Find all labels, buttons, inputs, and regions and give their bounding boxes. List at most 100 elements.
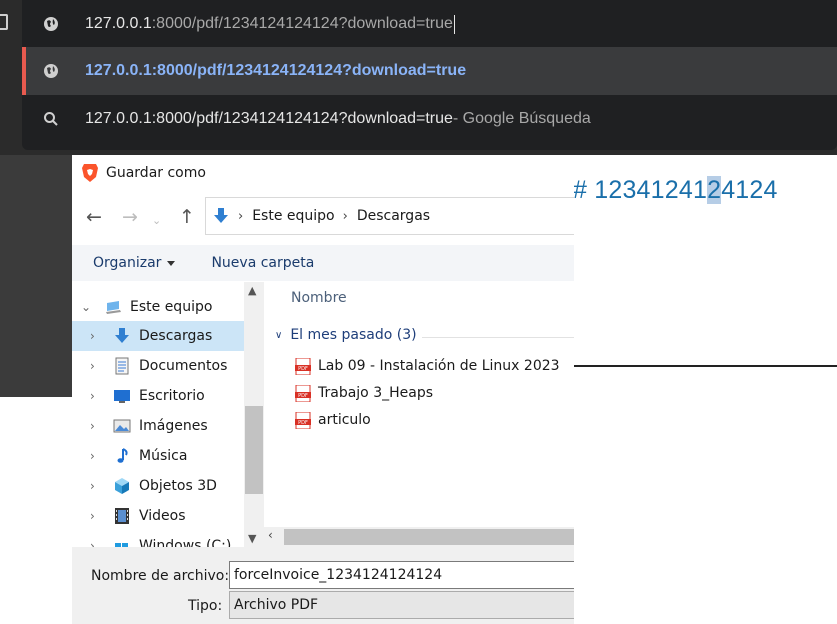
computer-icon — [106, 301, 121, 314]
command-bar: Organizar Nueva carpeta — [72, 245, 574, 281]
type-label: Tipo: — [188, 598, 223, 614]
pdf-file-icon: PDF — [295, 384, 311, 402]
tree-item-descargas[interactable]: › Descargas — [72, 321, 244, 351]
save-form: Nombre de archivo: forceInvoice_12341241… — [72, 547, 574, 624]
scroll-thumb[interactable] — [284, 529, 574, 545]
recent-dropdown-icon[interactable]: ⌄ — [152, 214, 161, 227]
music-icon — [117, 448, 128, 463]
scroll-down-icon[interactable]: ▼ — [248, 532, 256, 545]
video-icon — [115, 508, 129, 524]
file-list-hscrollbar[interactable]: ‹ — [264, 527, 574, 547]
search-engine-suffix: - Google Búsqueda — [452, 110, 591, 127]
tree-item-label: Documentos — [139, 358, 228, 374]
download-arrow-icon — [214, 208, 228, 223]
chevron-down-icon: ⌄ — [81, 300, 92, 314]
tree-scrollbar[interactable]: ▲ ▼ — [244, 282, 264, 552]
new-folder-button[interactable]: Nueva carpeta — [211, 255, 314, 271]
omnibox-input[interactable]: 127.0.0.1:8000/pdf/1234124124124?downloa… — [22, 0, 837, 48]
browser-side-panel — [0, 155, 72, 397]
filename-label: Nombre de archivo: — [91, 568, 230, 584]
svg-text:PDF: PDF — [298, 366, 308, 372]
chevron-right-icon: › — [90, 479, 95, 493]
file-name: articulo — [318, 412, 371, 428]
file-name: Lab 09 - Instalación de Linux 2023 — [318, 358, 560, 374]
chevron-right-icon: › — [342, 208, 348, 224]
suggestion-url[interactable]: 127.0.0.1:8000/pdf/1234124124124?downloa… — [22, 47, 837, 95]
scroll-up-icon[interactable]: ▲ — [248, 284, 256, 297]
chevron-right-icon: › — [90, 359, 95, 373]
tree-item-label: Imágenes — [139, 418, 208, 434]
tree-item-label: Música — [139, 448, 188, 464]
group-header[interactable]: ∨ El mes pasado (3) — [275, 327, 417, 343]
breadcrumb[interactable]: › Este equipo › Descargas — [205, 197, 574, 235]
pdf-file-icon: PDF — [295, 357, 311, 375]
file-item[interactable]: PDF Trabajo 3_Heaps — [295, 380, 433, 406]
dropdown-caret-icon — [167, 260, 176, 266]
globe-icon — [42, 15, 60, 33]
svg-text:PDF: PDF — [298, 393, 308, 399]
file-type-select[interactable]: Archivo PDF — [229, 591, 574, 619]
pictures-icon — [113, 419, 131, 433]
tree-item-documentos[interactable]: › Documentos — [72, 351, 244, 381]
organize-button[interactable]: Organizar — [93, 255, 176, 271]
tree-item-videos[interactable]: › Videos — [72, 501, 244, 531]
file-type-value: Archivo PDF — [234, 597, 319, 613]
back-arrow-icon[interactable]: ← — [86, 206, 102, 228]
tree-item-objetos-3d[interactable]: › Objetos 3D — [72, 471, 244, 501]
group-divider — [422, 337, 574, 338]
tree-item-label: Objetos 3D — [139, 478, 217, 494]
tab-edge-icon — [0, 14, 8, 30]
tree-item-label: Escritorio — [139, 388, 205, 404]
svg-text:PDF: PDF — [298, 420, 308, 426]
document-icon — [115, 357, 129, 375]
tree-item-label: Descargas — [139, 328, 213, 344]
save-as-dialog: Guardar como ← → ⌄ ↑ › Este equipo › Des… — [72, 155, 574, 624]
search-icon — [42, 110, 60, 128]
filename-field[interactable]: forceInvoice_1234124124124 — [229, 561, 574, 589]
tree-item-musica[interactable]: › Música — [72, 441, 244, 471]
download-arrow-icon — [115, 328, 129, 343]
forward-arrow-icon[interactable]: → — [122, 206, 138, 228]
chevron-down-icon: ∨ — [275, 329, 283, 341]
page-rule — [573, 365, 837, 367]
brave-logo-icon — [82, 163, 98, 182]
scroll-left-icon[interactable]: ‹ — [268, 528, 273, 542]
page-heading: # 1234124124124 — [573, 176, 778, 204]
file-name: Trabajo 3_Heaps — [318, 385, 434, 401]
breadcrumb-item[interactable]: Descargas — [357, 208, 430, 224]
filename-value: forceInvoice_1234124124124 — [234, 567, 443, 583]
file-item[interactable]: PDF articulo — [295, 407, 371, 433]
group-label: El mes pasado (3) — [290, 327, 417, 343]
suggestion-search[interactable]: 127.0.0.1:8000/pdf/1234124124124?downloa… — [22, 95, 837, 143]
chevron-right-icon: › — [90, 389, 95, 403]
omnibox-host: 127.0.0.1 — [85, 15, 152, 32]
tree-item-este-equipo[interactable]: ⌄ Este equipo — [72, 292, 244, 322]
chevron-right-icon: › — [238, 208, 244, 224]
globe-icon — [42, 62, 60, 80]
selection-accent — [22, 47, 26, 95]
chevron-right-icon: › — [90, 449, 95, 463]
tree-item-label: Videos — [139, 508, 186, 524]
cube-3d-icon — [115, 478, 129, 494]
tree-item-escritorio[interactable]: › Escritorio — [72, 381, 244, 411]
chevron-right-icon: › — [90, 329, 95, 343]
omnibox-dropdown: 127.0.0.1:8000/pdf/1234124124124?downloa… — [22, 0, 837, 150]
chevron-right-icon: › — [90, 509, 95, 523]
file-list: Nombre ∨ El mes pasado (3) PDF Lab 09 - … — [264, 282, 574, 528]
tree-item-imagenes[interactable]: › Imágenes — [72, 411, 244, 441]
file-item[interactable]: PDF Lab 09 - Instalación de Linux 2023 — [295, 353, 560, 379]
tree-item-label: Este equipo — [130, 299, 213, 315]
pdf-file-icon: PDF — [295, 411, 311, 429]
dialog-titlebar: Guardar como — [72, 155, 574, 190]
column-header-name[interactable]: Nombre — [291, 290, 347, 306]
text-caret — [453, 14, 455, 34]
navigation-tree: ⌄ Este equipo › Descargas › Documentos ›… — [72, 282, 244, 552]
up-arrow-icon[interactable]: ↑ — [179, 206, 195, 228]
suggestion-url-text: 127.0.0.1:8000/pdf/1234124124124?downloa… — [85, 62, 467, 79]
chevron-right-icon: › — [90, 419, 95, 433]
breadcrumb-item[interactable]: Este equipo — [252, 208, 334, 224]
scroll-thumb[interactable] — [245, 406, 263, 494]
search-query-text: 127.0.0.1:8000/pdf/1234124124124?downloa… — [85, 110, 453, 127]
desktop-icon — [114, 390, 130, 403]
omnibox-path: :8000/pdf/1234124124124?download=true — [151, 15, 453, 32]
